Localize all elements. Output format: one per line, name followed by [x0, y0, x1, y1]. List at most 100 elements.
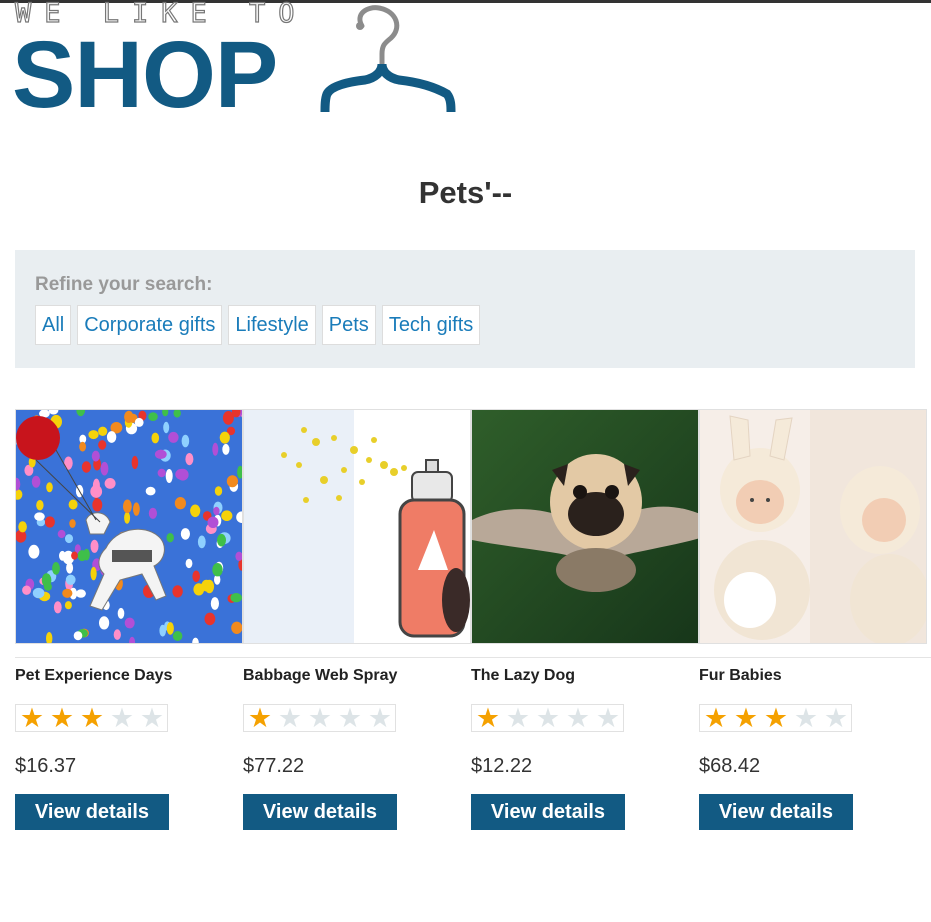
- star-icon: ★: [595, 703, 621, 733]
- star-icon: ★: [565, 703, 591, 733]
- balloon-dot: [117, 607, 125, 619]
- balloon-dot: [79, 441, 86, 452]
- filter-all[interactable]: All: [35, 305, 72, 345]
- balloon-dot: [172, 585, 183, 598]
- balloon-dot: [32, 587, 45, 599]
- balloon-dot: [75, 589, 86, 598]
- balloon-dot: [92, 498, 103, 512]
- balloon-dot: [43, 582, 52, 591]
- filter-pets[interactable]: Pets: [321, 305, 376, 345]
- star-icon: ★: [793, 703, 819, 733]
- star-icon: ★: [703, 703, 729, 733]
- balloon-dot: [18, 521, 27, 533]
- balloon-dot: [231, 621, 242, 634]
- product-card: The Lazy Dog ★ ★ ★ ★ ★ $12.22 View details: [471, 409, 699, 849]
- balloon-dot: [64, 601, 72, 610]
- balloon-dot: [91, 450, 100, 462]
- balloon-dot: [124, 410, 134, 423]
- balloon-dot: [172, 631, 183, 641]
- balloon-dot: [44, 516, 55, 528]
- filter-panel: Refine your search: All Corporate gifts …: [15, 250, 915, 368]
- balloon-dot: [100, 461, 109, 476]
- product-price: $68.42: [699, 755, 761, 777]
- product-card: Babbage Web Spray ★ ★ ★ ★ ★ $77.22 View deta…: [243, 409, 471, 849]
- star-icon: ★: [535, 703, 561, 733]
- view-details-button[interactable]: View details: [471, 794, 625, 830]
- product-price: $16.37: [15, 755, 77, 777]
- balloon-dot: [113, 629, 121, 640]
- balloon-dot: [145, 486, 156, 496]
- balloon-dot: [192, 570, 200, 583]
- balloon-dot: [53, 601, 62, 614]
- balloon-dot: [204, 612, 216, 626]
- product-name: Pet Experience Days: [15, 667, 173, 684]
- star-icon: ★: [823, 703, 849, 733]
- filter-label: Refine your search:: [35, 274, 213, 295]
- product-card: Pet Experience Days ★ ★ ★ ★ ★ $16.37 View de…: [15, 409, 243, 849]
- filter-corporate-gifts[interactable]: Corporate gifts: [77, 305, 223, 345]
- logo-wordmark: SHOP: [12, 22, 278, 128]
- product-image[interactable]: [243, 409, 471, 644]
- site-logo[interactable]: WE LIKE TO SHOP: [12, 0, 465, 128]
- balloon-dot: [166, 533, 174, 543]
- balloon-dot: [77, 550, 87, 562]
- balloon-dot: [52, 562, 60, 575]
- balloon-dot: [174, 497, 186, 510]
- balloon-dot: [226, 475, 238, 488]
- product-price: $12.22: [471, 755, 533, 777]
- view-details-button[interactable]: View details: [699, 794, 853, 830]
- star-icon: ★: [109, 703, 135, 733]
- star-icon: ★: [505, 703, 531, 733]
- balloon-dot: [159, 624, 166, 637]
- rating-stars: ★ ★ ★ ★ ★: [243, 704, 396, 732]
- star-icon: ★: [277, 703, 303, 733]
- star-icon: ★: [475, 703, 501, 733]
- balloon-dot: [148, 507, 157, 519]
- star-icon: ★: [49, 703, 75, 733]
- rating-stars: ★ ★ ★ ★ ★: [699, 704, 852, 732]
- balloon-dot: [148, 412, 158, 421]
- product-image[interactable]: [699, 409, 927, 644]
- balloon-dot: [124, 511, 131, 524]
- page-title: Pets'--: [418, 175, 513, 210]
- product-name: The Lazy Dog: [471, 667, 576, 684]
- star-icon: ★: [307, 703, 333, 733]
- balloon-dot: [217, 533, 226, 547]
- balloon-dot: [131, 455, 139, 470]
- filter-lifestyle[interactable]: Lifestyle: [228, 305, 316, 345]
- balloon-dot: [99, 616, 110, 630]
- product-image[interactable]: [15, 409, 243, 644]
- balloon-dot: [165, 469, 173, 483]
- balloon-dot: [98, 426, 108, 436]
- balloon-dot: [65, 534, 73, 544]
- babies-in-bunny-hats-image: [700, 410, 926, 643]
- balloon-dot: [214, 486, 223, 496]
- star-icon: ★: [337, 703, 363, 733]
- balloon-dot: [46, 482, 53, 493]
- filter-tech-gifts[interactable]: Tech gifts: [381, 305, 481, 345]
- balloon-dot: [73, 631, 83, 641]
- star-icon: ★: [79, 703, 105, 733]
- balloon-dot: [59, 550, 66, 561]
- product-image[interactable]: [471, 409, 699, 644]
- product-card: Fur Babies ★ ★ ★ ★ ★ $68.42 View details: [699, 409, 927, 849]
- balloon-dot: [106, 431, 117, 443]
- balloon-dot: [175, 468, 188, 480]
- star-icon: ★: [19, 703, 45, 733]
- balloon-dot: [124, 617, 135, 629]
- rating-stars: ★ ★ ★ ★ ★: [471, 704, 624, 732]
- balloon-dot: [133, 502, 140, 516]
- balloon-dot: [57, 529, 66, 539]
- star-icon: ★: [139, 703, 165, 733]
- balloon-dot: [157, 468, 166, 478]
- balloon-dot: [68, 499, 78, 510]
- balloon-dot: [98, 440, 107, 450]
- balloon-dot: [71, 551, 78, 560]
- view-details-button[interactable]: View details: [243, 794, 397, 830]
- balloon-dot: [69, 519, 76, 528]
- product-grid: Pet Experience Days ★ ★ ★ ★ ★ $16.37 View de…: [15, 409, 931, 849]
- view-details-button[interactable]: View details: [15, 794, 169, 830]
- balloon-dot: [62, 588, 73, 598]
- star-icon: ★: [247, 703, 273, 733]
- rating-stars: ★ ★ ★ ★ ★: [15, 704, 168, 732]
